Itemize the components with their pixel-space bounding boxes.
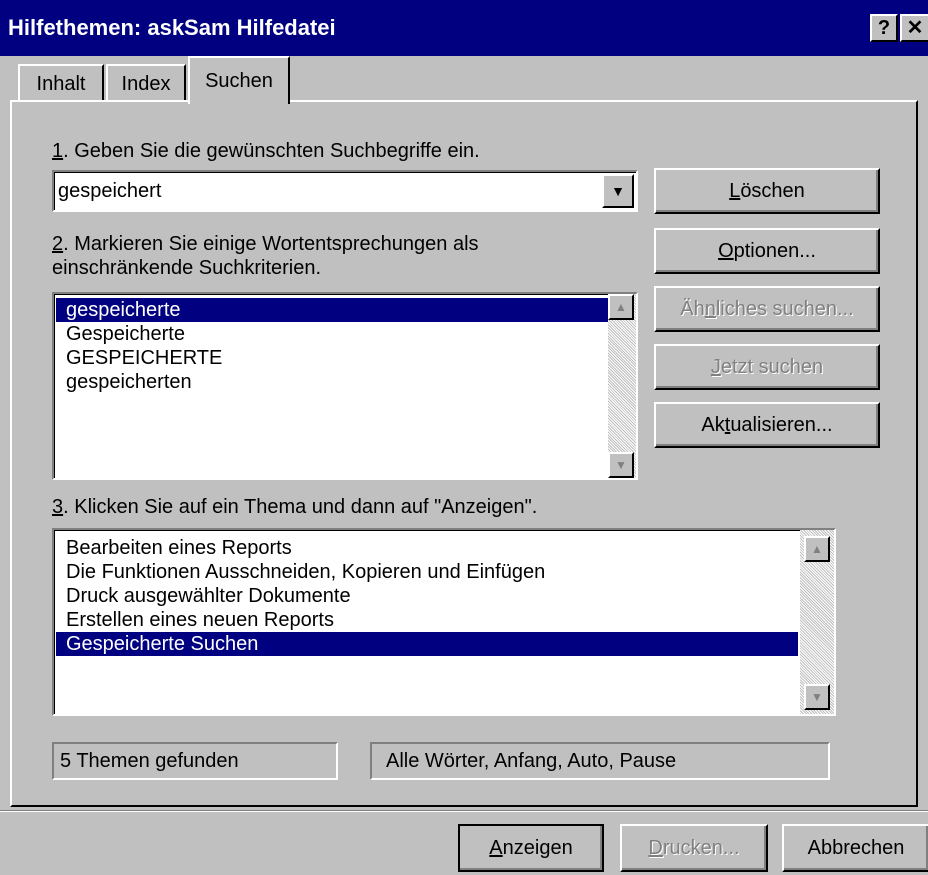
show-button[interactable]: Anzeigen [458,824,604,872]
tab-label: Index [121,72,171,95]
scroll-up-button[interactable]: ▲ [804,536,830,562]
list-item[interactable]: Erstellen eines neuen Reports [56,608,798,632]
list-item[interactable]: Druck ausgewählter Dokumente [56,584,798,608]
step2-label: 2. Markieren Sie einige Wortentsprechung… [52,233,479,279]
clear-button[interactable]: Löschen [654,168,880,214]
scroll-down-button[interactable]: ▼ [804,684,830,710]
list-item[interactable]: GESPEICHERTE [56,346,608,370]
tab-label: Suchen [205,69,273,92]
show-button-label: Anzeigen [489,836,573,859]
close-button[interactable]: ✕ [900,14,928,42]
scroll-down-button[interactable]: ▼ [608,452,634,478]
word-list-items: gespeicherte Gespeicherte GESPEICHERTE g… [56,298,608,394]
list-item[interactable]: gespeicherten [56,370,608,394]
print-button-label: Drucken... [648,836,740,859]
tab-suchen[interactable]: Suchen [188,56,290,104]
update-button-label: Aktualisieren... [701,413,833,436]
topic-list[interactable]: Bearbeiten eines Reports Die Funktionen … [52,528,836,716]
step3-label: 3. Klicken Sie auf ein Thema und dann au… [52,496,538,518]
scroll-down-icon: ▼ [811,690,823,704]
find-similar-button[interactable]: Ähnliches suchen... [654,286,880,332]
word-list-scrollbar[interactable]: ▲ ▼ [608,294,636,478]
scroll-down-icon: ▼ [615,458,627,472]
close-icon: ✕ [906,17,924,39]
cancel-button-label: Abbrechen [807,836,905,859]
list-item[interactable]: gespeicherte [56,298,608,322]
dropdown-button[interactable]: ▼ [602,174,634,208]
search-now-button[interactable]: Jetzt suchen [654,344,880,390]
scroll-up-icon: ▲ [615,300,627,314]
search-combobox[interactable]: gespeichert ▼ [52,170,638,212]
cancel-button[interactable]: Abbrechen [782,824,928,872]
scroll-up-button[interactable]: ▲ [608,294,634,320]
chevron-down-icon: ▼ [611,183,625,199]
clear-button-label: Löschen [729,179,805,202]
list-item[interactable]: Gespeicherte [56,322,608,346]
help-button[interactable]: ? [870,14,898,42]
status-search-options: Alle Wörter, Anfang, Auto, Pause [370,742,830,780]
bottom-separator [0,810,928,812]
step1-label: 1. Geben Sie die gewünschten Suchbegriff… [52,140,480,162]
help-icon: ? [877,17,891,39]
print-button[interactable]: Drucken... [620,824,768,872]
scroll-up-icon: ▲ [811,542,823,556]
search-input[interactable]: gespeichert [58,176,161,206]
update-button[interactable]: Aktualisieren... [654,402,880,448]
options-button-label: Optionen... [718,239,816,262]
list-item[interactable]: Die Funktionen Ausschneiden, Kopieren un… [56,560,798,584]
list-item[interactable]: Gespeicherte Suchen [56,632,798,656]
window-title: Hilfethemen: askSam Hilfedatei [8,15,336,40]
search-now-label: Jetzt suchen [710,355,824,378]
topic-list-scrollbar[interactable]: ▲ ▼ [800,530,834,714]
word-list[interactable]: gespeicherte Gespeicherte GESPEICHERTE g… [52,292,638,480]
tab-index[interactable]: Index [106,64,186,102]
status-topic-count: 5 Themen gefunden [52,742,338,780]
topic-list-items: Bearbeiten eines Reports Die Funktionen … [56,536,798,656]
find-similar-label: Ähnliches suchen... [680,297,854,320]
list-item[interactable]: Bearbeiten eines Reports [56,536,798,560]
tab-inhalt[interactable]: Inhalt [18,64,104,102]
options-button[interactable]: Optionen... [654,228,880,274]
tab-label: Inhalt [36,72,86,95]
